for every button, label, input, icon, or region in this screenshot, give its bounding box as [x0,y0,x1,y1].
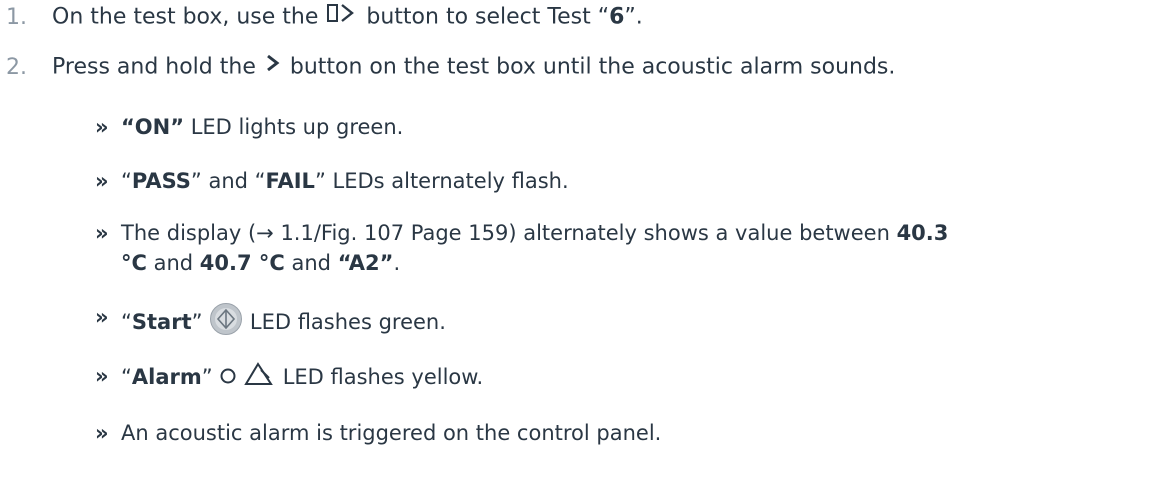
step-text: button on the test box until the acousti… [282,54,896,80]
start-button-icon [209,302,243,344]
result-text: ” LEDs alternately flash. [314,169,569,193]
led-name-pass: PASS [131,169,191,193]
chevron-right-button-icon [263,52,283,83]
step-2: 2. Press and hold the button on the test … [6,52,895,83]
result-text: and [146,251,200,275]
step-text: Press and hold the [52,54,263,80]
quote: ” [191,310,203,334]
result-bullet: » [95,305,109,329]
result-bullet: » [95,364,109,388]
step-1: 1. On the test box, use the button to sel… [6,2,643,33]
result-text: ” and “ [190,169,266,193]
result-line-2: °C and 40.7 °C and “A2”. [121,248,948,278]
result-text: ) alternately shows a value between [508,221,897,245]
result-bullet: » [95,169,109,193]
unit: °C [121,251,147,275]
quote: “ [121,310,132,334]
quote: “ [121,365,132,389]
result-acoustic-alarm: » An acoustic alarm is triggered on the … [95,418,662,448]
result-display: » The display (→ 1.1/Fig. 107 Page 159) … [95,218,949,278]
result-on-led: » “ON” LED lights up green. [95,112,404,142]
led-name-fail: FAIL [265,169,315,193]
result-text: LED flashes yellow. [276,365,484,389]
quote: ” [201,365,213,389]
display-code: “A2” [337,251,394,275]
result-text: The display ( [121,221,257,245]
result-text: and [284,251,338,275]
step-text: On the test box, use the [52,4,326,30]
result-pass-fail: » “PASS” and “FAIL” LEDs alternately fla… [95,166,569,196]
led-name-start: Start [131,310,192,334]
result-text: LED flashes green. [243,310,446,334]
result-alarm-led: » “Alarm” LED flashes yellow. [95,361,484,395]
result-start-led: » “Start” LED flashes green. [95,302,446,344]
step-number: 1. [6,4,27,30]
value-high: 40.7 °C [199,251,285,275]
warning-triangle-icon [244,361,276,395]
result-bullet: » [95,221,109,245]
led-name: “ON” [121,115,185,139]
result-bullet: » [95,421,109,445]
quote: “ [121,169,132,193]
circle-icon [219,363,237,393]
step-text: ”. [624,4,643,30]
figure-reference-link[interactable]: → 1.1/Fig. 107 Page 159 [256,221,508,245]
result-text: LED lights up green. [184,115,404,139]
test-number: 6 [609,4,625,30]
step-text: button to select Test “ [359,4,610,30]
test-select-button-icon [325,2,359,33]
value-low: 40.3 [896,221,949,245]
step-number: 2. [6,54,27,80]
led-name-alarm: Alarm [131,365,202,389]
result-bullet: » [95,115,109,139]
result-text: An acoustic alarm is triggered on the co… [121,421,662,445]
result-text: . [393,251,401,275]
